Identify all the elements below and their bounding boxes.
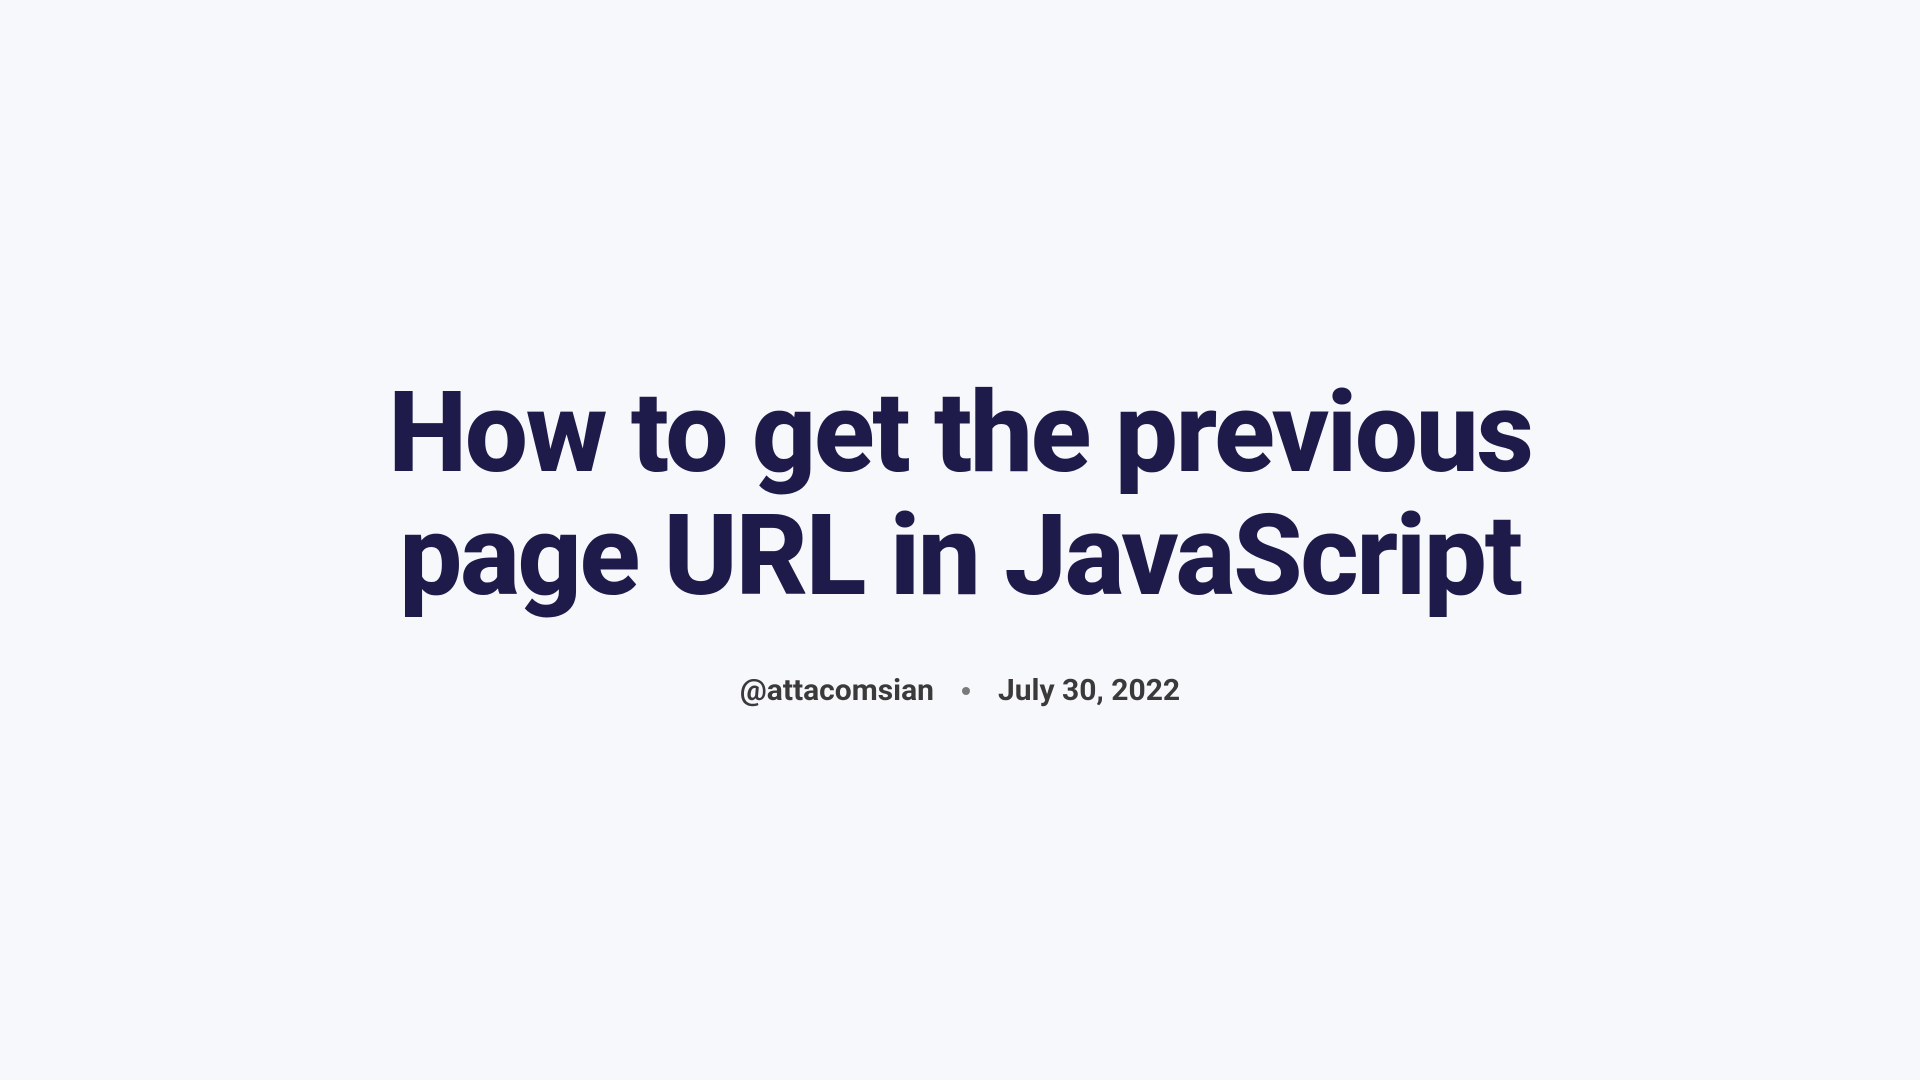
separator-dot-icon — [962, 687, 970, 695]
content-container: How to get the previous page URL in Java… — [260, 372, 1660, 708]
author-handle: @attacomsian — [740, 673, 934, 708]
article-title: How to get the previous page URL in Java… — [300, 372, 1620, 618]
article-meta: @attacomsian July 30, 2022 — [300, 673, 1620, 708]
publish-date: July 30, 2022 — [998, 673, 1180, 708]
